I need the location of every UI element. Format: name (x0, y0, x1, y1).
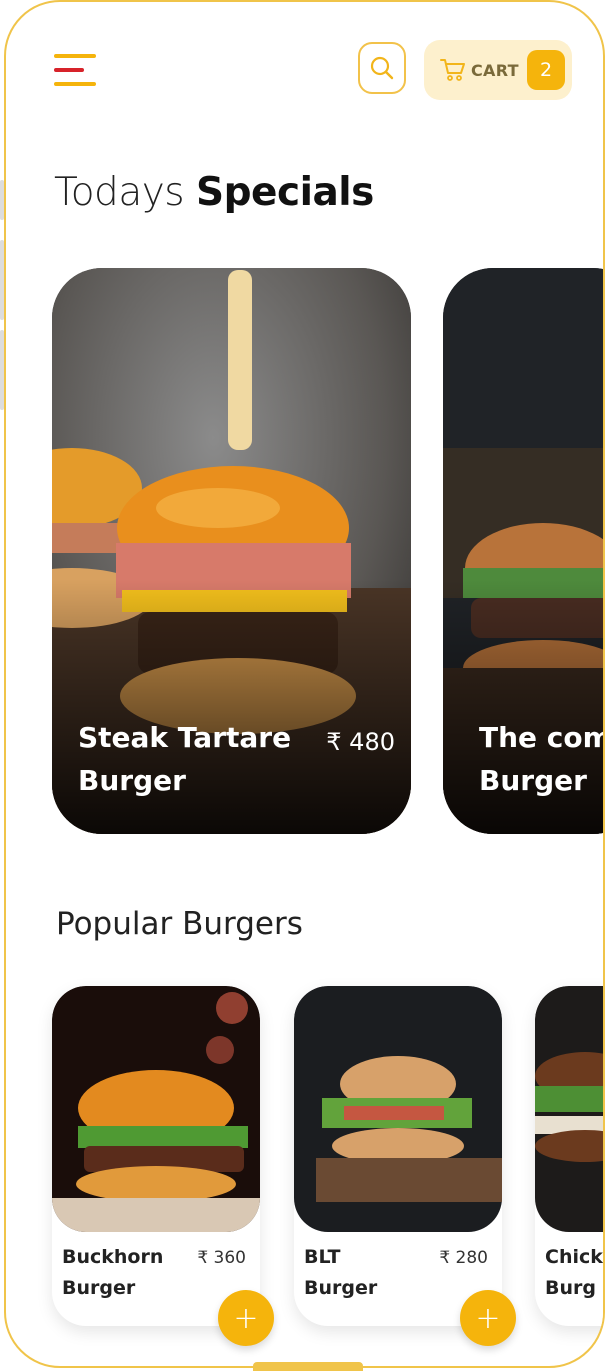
cart-count-badge: 2 (527, 50, 565, 90)
burger-name-line1: Buckhorn (62, 1246, 164, 1268)
side-button (0, 180, 4, 220)
add-to-cart-button[interactable]: + (460, 1290, 516, 1346)
special-name-line1: The com (479, 721, 605, 754)
search-icon (370, 56, 394, 80)
burger-name-line2: Burger (304, 1277, 378, 1299)
burger-photo (294, 986, 502, 1232)
side-button (0, 240, 4, 320)
search-button[interactable] (358, 42, 406, 94)
cart-label: CART (471, 61, 519, 80)
burger-name: Buckhorn Burger (62, 1242, 163, 1304)
phone-bottom-tab (253, 1362, 363, 1371)
burger-photo (52, 986, 260, 1232)
specials-heading-light: Todays (54, 170, 197, 215)
special-card[interactable]: The com Burger (443, 268, 605, 834)
burger-name-line2: Burg (545, 1277, 596, 1299)
burger-name-line1: Chick (545, 1246, 603, 1268)
burger-price: ₹ 360 (197, 1248, 246, 1268)
cart-button[interactable]: CART 2 (424, 40, 572, 100)
burger-name: BLT Burger (304, 1242, 377, 1304)
popular-card[interactable]: BLT Burger ₹ 280 (294, 986, 502, 1326)
popular-card[interactable]: Chick Burg (535, 986, 603, 1326)
special-name: The com Burger (479, 716, 605, 802)
burger-name-line1: BLT (304, 1246, 341, 1268)
specials-heading: Todays Specials (54, 170, 374, 215)
popular-heading: Popular Burgers (56, 906, 303, 942)
menu-button[interactable] (54, 52, 96, 92)
phone-frame: CART 2 Todays Specials Steak Tartare Bur… (4, 0, 605, 1368)
burger-price: ₹ 280 (439, 1248, 488, 1268)
specials-heading-bold: Specials (196, 170, 374, 215)
side-button (0, 330, 4, 410)
popular-card[interactable]: Buckhorn Burger ₹ 360 (52, 986, 260, 1326)
cart-icon (440, 59, 465, 81)
special-price: ₹ 480 (326, 728, 395, 756)
special-name: Steak Tartare Burger (78, 716, 291, 802)
special-card[interactable]: Steak Tartare Burger ₹ 480 (52, 268, 411, 834)
burger-name: Chick Burg (545, 1242, 603, 1304)
special-name-line2: Burger (479, 764, 587, 797)
special-name-line2: Burger (78, 764, 186, 797)
special-name-line1: Steak Tartare (78, 721, 292, 754)
burger-name-line2: Burger (62, 1277, 136, 1299)
add-to-cart-button[interactable]: + (218, 1290, 274, 1346)
burger-photo (535, 986, 603, 1232)
